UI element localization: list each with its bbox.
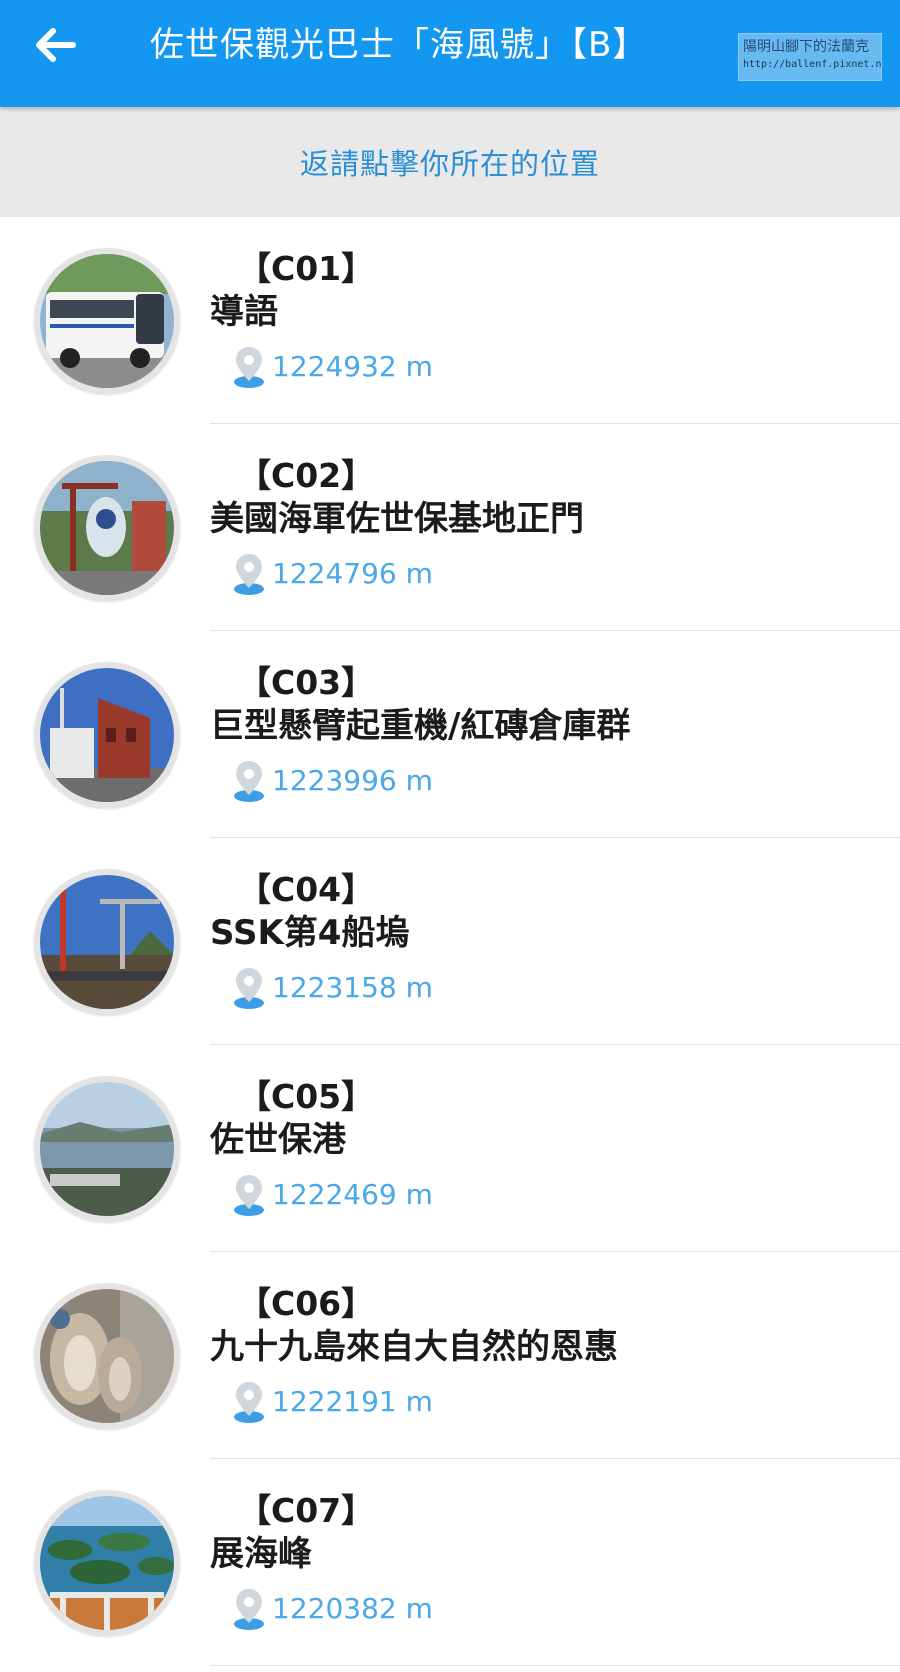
stop-name: 導語	[210, 292, 278, 332]
back-arrow-icon	[36, 28, 76, 62]
distance-text: 1220382 m	[272, 1592, 433, 1625]
islands-view-photo-icon	[40, 1496, 174, 1630]
shipyard-photo-icon	[40, 875, 174, 1009]
distance: 1220382 m	[232, 1587, 433, 1631]
distance: 1224932 m	[232, 345, 433, 389]
distance-text: 1223158 m	[272, 971, 433, 1004]
location-pin-icon	[234, 1175, 264, 1216]
distance: 1222469 m	[232, 1173, 433, 1217]
list-item[interactable]: 【C07】 展海峰 1220382 m	[0, 1459, 900, 1666]
select-location-link[interactable]: 返請點擊你所在的位置	[300, 141, 600, 183]
distance: 1224796 m	[232, 552, 433, 596]
divider	[210, 1665, 900, 1666]
watermark-url: http://ballenf.pixnet.net/blog	[743, 59, 882, 70]
location-pin-icon	[234, 1382, 264, 1423]
stop-list: 【C01】 導語 1224932 m 【C02】 美國海軍佐世保基地正門 122…	[0, 217, 900, 1666]
stop-name: 九十九島來自大自然的恩惠	[210, 1327, 618, 1367]
stop-name: 巨型懸臂起重機/紅磚倉庫群	[210, 706, 631, 746]
list-item[interactable]: 【C04】 SSK第4船塢 1223158 m	[0, 838, 900, 1045]
location-bar: 返請點擊你所在的位置	[0, 107, 900, 217]
distance-text: 1224932 m	[272, 350, 433, 383]
thumbnail	[34, 248, 180, 394]
distance-text: 1222469 m	[272, 1178, 433, 1211]
thumbnail	[34, 1283, 180, 1429]
navy-gate-photo-icon	[40, 461, 174, 595]
stop-code: 【C05】	[238, 1077, 375, 1116]
location-pin-icon	[234, 761, 264, 802]
stop-code: 【C02】	[238, 456, 375, 495]
stop-name: 佐世保港	[210, 1120, 346, 1160]
harbor-photo-icon	[40, 1082, 174, 1216]
watermark: 陽明山腳下的法蘭克 http://ballenf.pixnet.net/blog	[738, 33, 882, 81]
distance-text: 1223996 m	[272, 764, 433, 797]
stop-code: 【C07】	[238, 1491, 375, 1530]
distance: 1223996 m	[232, 759, 433, 803]
stop-name: 美國海軍佐世保基地正門	[210, 499, 584, 539]
list-item[interactable]: 【C03】 巨型懸臂起重機/紅磚倉庫群 1223996 m	[0, 631, 900, 838]
location-pin-icon	[234, 347, 264, 388]
stop-code: 【C06】	[238, 1284, 375, 1323]
distance-text: 1222191 m	[272, 1385, 433, 1418]
stop-code: 【C04】	[238, 870, 375, 909]
oysters-photo-icon	[40, 1289, 174, 1423]
list-item[interactable]: 【C06】 九十九島來自大自然的恩惠 1222191 m	[0, 1252, 900, 1459]
stop-code: 【C03】	[238, 663, 375, 702]
page-title: 佐世保觀光巴士「海風號」【B】	[150, 25, 648, 65]
distance-text: 1224796 m	[272, 557, 433, 590]
list-item[interactable]: 【C02】 美國海軍佐世保基地正門 1224796 m	[0, 424, 900, 631]
location-pin-icon	[234, 968, 264, 1009]
thumbnail	[34, 869, 180, 1015]
distance: 1223158 m	[232, 966, 433, 1010]
bus-photo-icon	[40, 254, 174, 388]
back-button[interactable]	[30, 22, 80, 68]
stop-name: 展海峰	[210, 1534, 312, 1574]
list-item[interactable]: 【C05】 佐世保港 1222469 m	[0, 1045, 900, 1252]
app-header: 佐世保觀光巴士「海風號」【B】 陽明山腳下的法蘭克 http://ballenf…	[0, 0, 900, 107]
location-pin-icon	[234, 1589, 264, 1630]
stop-name: SSK第4船塢	[210, 913, 410, 953]
thumbnail	[34, 455, 180, 601]
list-item[interactable]: 【C01】 導語 1224932 m	[0, 217, 900, 424]
crane-warehouse-photo-icon	[40, 668, 174, 802]
watermark-name: 陽明山腳下的法蘭克	[743, 39, 869, 55]
stop-code: 【C01】	[238, 249, 375, 288]
thumbnail	[34, 662, 180, 808]
thumbnail	[34, 1490, 180, 1636]
distance: 1222191 m	[232, 1380, 433, 1424]
location-pin-icon	[234, 554, 264, 595]
thumbnail	[34, 1076, 180, 1222]
